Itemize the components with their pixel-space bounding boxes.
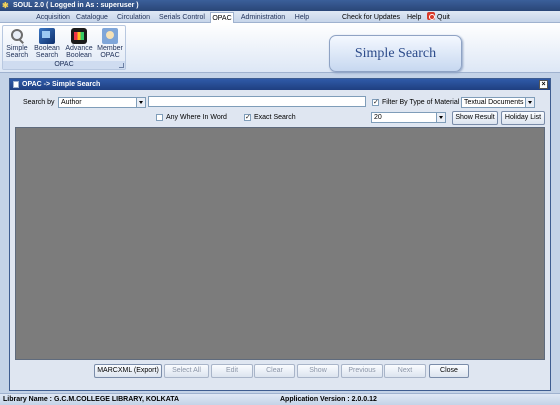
close-icon[interactable]: × [539, 80, 548, 89]
holiday-list-button[interactable]: Holiday List [501, 111, 545, 125]
group-launcher-icon[interactable] [119, 63, 124, 68]
member-icon [102, 28, 118, 44]
app-title: SOUL 2.0 ( Logged in As : superuser ) [13, 2, 139, 9]
tab-acquisition[interactable]: Acquisition [28, 12, 78, 23]
previous-button[interactable]: Previous [341, 364, 383, 378]
next-button[interactable]: Next [384, 364, 426, 378]
opac-simple-search-window: OPAC -> Simple Search × Search by Author… [9, 78, 551, 391]
member-opac-button[interactable]: Member OPAC [96, 27, 124, 60]
tab-serials-control[interactable]: Serials Control [156, 12, 208, 23]
tab-catalogue[interactable]: Catalogue [72, 12, 112, 23]
magnifier-icon [9, 28, 25, 44]
advance-boolean-button[interactable]: Advance Boolean [65, 27, 93, 60]
advance-boolean-label-1: Advance [65, 45, 93, 52]
boolean-search-icon [39, 28, 55, 44]
results-count-select[interactable]: 20 [371, 112, 446, 123]
clear-button[interactable]: Clear [254, 364, 295, 378]
tab-circulation[interactable]: Circulation [113, 12, 154, 23]
opac-group: Simple Search Boolean Search Advance Boo… [2, 25, 126, 70]
show-button[interactable]: Show [297, 364, 339, 378]
opac-window-title-bar: OPAC -> Simple Search × [10, 79, 550, 90]
member-opac-label-1: Member [97, 45, 123, 52]
power-icon [427, 12, 435, 20]
boolean-search-label-1: Boolean [34, 45, 60, 52]
advance-boolean-icon [71, 28, 87, 44]
simple-search-label-2: Search [5, 52, 29, 59]
search-by-select[interactable]: Author [58, 97, 146, 108]
chevron-down-icon [436, 113, 445, 122]
quit-label: Quit [437, 14, 450, 21]
search-by-value: Author [61, 99, 82, 106]
simple-search-banner: Simple Search [329, 35, 462, 72]
window-icon [13, 81, 19, 88]
close-button[interactable]: Close [429, 364, 469, 378]
any-where-label: Any Where In Word [166, 114, 227, 121]
member-opac-label-2: OPAC [100, 52, 120, 59]
exact-search-checkbox[interactable] [244, 113, 251, 121]
results-count-value: 20 [374, 114, 382, 121]
filter-type-label: Filter By Type of Material [382, 99, 460, 106]
chevron-down-icon [136, 98, 145, 107]
search-input[interactable] [148, 96, 366, 107]
library-name: Library Name : G.C.M.COLLEGE LIBRARY, KO… [3, 396, 180, 403]
opac-group-label: OPAC [3, 61, 125, 69]
simple-search-button[interactable]: Simple Search [3, 27, 31, 60]
select-all-button[interactable]: Select All [164, 364, 209, 378]
quit-button[interactable]: Quit [427, 12, 450, 23]
status-bar: Library Name : G.C.M.COLLEGE LIBRARY, KO… [0, 393, 560, 405]
show-result-button[interactable]: Show Result [452, 111, 498, 125]
material-type-value: Textual Documents [464, 99, 524, 106]
help-button[interactable]: Help [407, 12, 421, 23]
check-updates-button[interactable]: Check for Updates [342, 12, 400, 23]
marcxml-export-button[interactable]: MARCXML (Export) [94, 364, 162, 378]
opac-window-title: OPAC -> Simple Search [22, 81, 101, 88]
simple-search-label-1: Simple [6, 45, 28, 52]
results-grid[interactable] [15, 127, 545, 360]
app-title-bar: SOUL 2.0 ( Logged in As : superuser ) [0, 0, 560, 11]
soul-app-icon [2, 2, 10, 10]
menu-bar: Acquisition Catalogue Circulation Serial… [0, 11, 560, 23]
boolean-search-label-2: Search [35, 52, 59, 59]
tab-opac[interactable]: OPAC [210, 12, 234, 23]
material-type-select[interactable]: Textual Documents [461, 97, 535, 108]
tab-administration[interactable]: Administration [238, 12, 288, 23]
application-version: Application Version : 2.0.0.12 [280, 396, 377, 403]
ribbon-panel: Simple Search Boolean Search Advance Boo… [0, 23, 560, 73]
boolean-search-button[interactable]: Boolean Search [33, 27, 61, 60]
tab-help[interactable]: Help [290, 12, 314, 23]
any-where-checkbox[interactable] [156, 114, 163, 121]
filter-type-checkbox[interactable] [372, 98, 379, 106]
edit-button[interactable]: Edit [211, 364, 253, 378]
advance-boolean-label-2: Boolean [66, 52, 92, 59]
search-by-label: Search by [23, 99, 55, 106]
exact-search-label: Exact Search [254, 114, 296, 121]
chevron-down-icon [525, 98, 534, 107]
